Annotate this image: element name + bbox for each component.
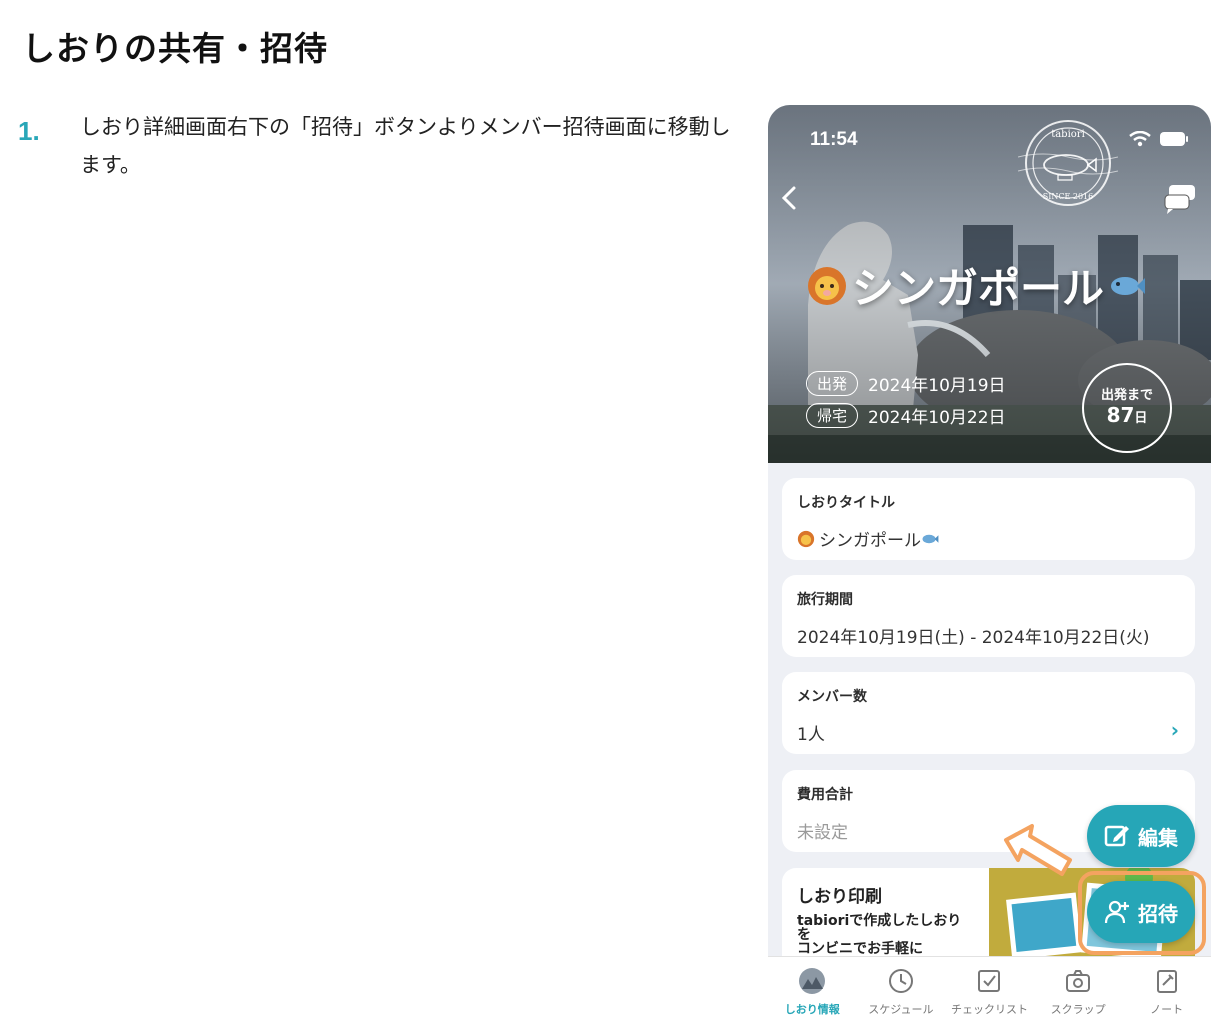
bottom-tab-bar: しおり情報 スケジュール チェックリスト スクラップ ノート [768,956,1211,1032]
edit-button[interactable]: 編集 [1087,805,1195,867]
tab-scrap[interactable]: スクラップ [1034,957,1123,1032]
tabiori-stamp-logo: tabiori SINCE 2016 [1018,120,1118,206]
battery-icon [1160,132,1188,146]
page-title: しおりの共有・招待 [22,29,328,68]
tab-label: しおり情報 [784,1003,840,1016]
title-card-text: シンガポール [819,531,921,551]
tab-label: スクラップ [1050,1003,1106,1016]
title-card-value: シンガポール [797,526,1180,551]
print-title: しおり印刷 [797,887,882,907]
departure-date: 2024年10月19日 [868,376,1006,396]
countdown-unit: 日 [1134,411,1148,426]
countdown-days: 87 [1106,403,1135,427]
clock-icon [888,969,913,993]
period-card-value: 2024年10月19日(土) - 2024年10月22日(火) [797,628,1150,648]
period-card[interactable]: 旅行期間 2024年10月19日(土) - 2024年10月22日(火) [782,575,1195,657]
trip-title: シンガポール [806,255,1146,316]
return-date: 2024年10月22日 [868,408,1006,428]
title-card-label: しおりタイトル [797,495,895,511]
countdown-badge: 出発まで 87日 [1082,363,1172,453]
hero-image: 11:54 tabiori SINCE 2016 シンガポール 出発 2024年… [768,105,1211,463]
trip-photo-icon [799,968,826,994]
tab-note[interactable]: ノート [1122,957,1211,1032]
print-desc-line3: コンビニでお手軽に [797,941,923,957]
invite-button[interactable]: 招待 [1087,881,1195,943]
step-number: 1. [18,116,40,146]
print-desc-line2: を [797,927,811,943]
status-icons [1129,131,1189,147]
departure-row: 出発 2024年10月19日 [806,371,1006,396]
tab-label: スケジュール [868,1003,934,1016]
stamp-text-top: tabiori [1051,129,1085,140]
return-label: 帰宅 [806,403,859,428]
chat-icon[interactable] [1163,183,1197,215]
add-user-icon [1104,900,1129,924]
return-row: 帰宅 2024年10月22日 [806,403,1006,428]
phone-screenshot: 11:54 tabiori SINCE 2016 シンガポール 出発 2024年… [768,105,1211,1032]
edit-button-label: 編集 [1138,825,1178,850]
lion-emoji-icon [808,266,846,305]
chevron-right-icon: › [1170,718,1179,742]
invite-button-label: 招待 [1138,901,1178,926]
tab-label: ノート [1150,1003,1184,1016]
wifi-icon [1129,131,1151,147]
checkbox-icon [978,970,1001,992]
stamp-text-bottom: SINCE 2016 [1043,192,1094,201]
tab-label: チェックリスト [950,1003,1028,1016]
note-icon [1156,970,1177,993]
countdown-label: 出発まで [1100,388,1153,403]
camera-icon [1066,970,1091,992]
period-card-label: 旅行期間 [797,592,853,608]
tab-trip-info[interactable]: しおり情報 [768,957,857,1032]
back-chevron-icon[interactable] [774,181,804,215]
fish-emoji-icon [922,534,939,543]
print-desc-line1: tabioriで作成したしおり [797,913,962,929]
step-text: しおり詳細画面右下の「招待」ボタンよりメンバー招待画面に移動します。 [80,115,731,177]
trip-title-text: シンガポール [852,264,1105,313]
members-card[interactable]: メンバー数 1人 › [782,672,1195,754]
tab-checklist[interactable]: チェックリスト [945,957,1034,1032]
print-description: tabioriで作成したしおり を コンビニでお手軽に [797,914,977,956]
tab-schedule[interactable]: スケジュール [857,957,946,1032]
members-card-value: 1人 [797,725,825,745]
lion-emoji-icon [797,530,815,547]
edit-icon [1104,825,1129,847]
departure-label: 出発 [806,371,859,396]
status-time: 11:54 [810,129,858,150]
cost-card-label: 費用合計 [797,787,853,803]
pointer-arrow-icon [1004,824,1072,876]
title-card[interactable]: しおりタイトル シンガポール [782,478,1195,560]
fish-emoji-icon [1111,276,1146,295]
countdown-value: 87日 [1084,403,1170,431]
members-card-label: メンバー数 [797,689,867,705]
